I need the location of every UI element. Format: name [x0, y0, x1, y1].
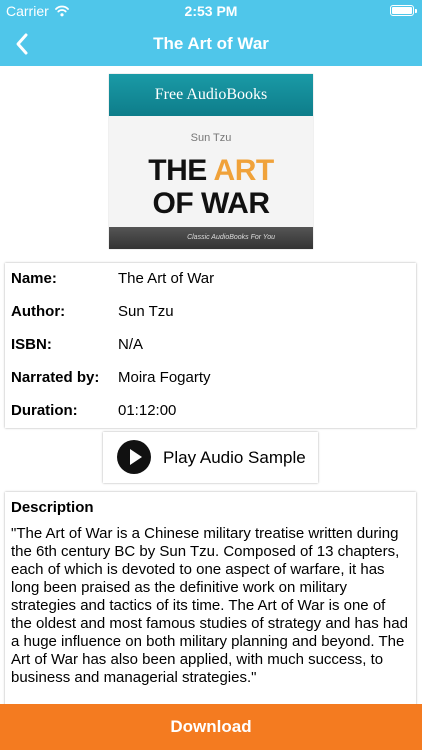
book-details-card: Name: The Art of War Author: Sun Tzu ISB…	[5, 263, 416, 428]
status-time: 2:53 PM	[184, 3, 238, 19]
description-heading: Description	[11, 499, 94, 516]
detail-value: The Art of War	[118, 270, 215, 287]
detail-label: Duration:	[11, 402, 78, 419]
description-text: "The Art of War is a Chinese military tr…	[11, 525, 408, 686]
detail-value: 01:12:00	[118, 402, 177, 419]
cover-title-plain: THE	[148, 154, 214, 187]
play-icon	[117, 440, 151, 474]
detail-value: Sun Tzu	[118, 303, 174, 320]
detail-value: N/A	[118, 336, 144, 353]
battery-icon	[390, 5, 417, 16]
detail-label: Name:	[11, 270, 57, 287]
cover-title-line1: THE ART	[109, 154, 313, 188]
book-cover: Free AudioBooks Sun Tzu THE ART OF WAR C…	[109, 74, 313, 249]
detail-value: Moira Fogarty	[118, 369, 211, 386]
status-bar: Carrier 2:53 PM	[0, 0, 422, 22]
play-audio-sample-button[interactable]: Play Audio Sample	[103, 432, 318, 483]
cover-banner: Free AudioBooks	[109, 74, 313, 116]
cover-title-line2: OF WAR	[152, 187, 271, 220]
detail-label: Author:	[11, 303, 66, 320]
navigation-bar: The Art of War	[0, 22, 422, 66]
page-title: The Art of War	[153, 34, 269, 53]
cover-tagline: Classic AudioBooks For You	[109, 227, 313, 249]
detail-label: ISBN:	[11, 336, 52, 353]
cover-title-accent: ART	[213, 154, 275, 187]
cover-author: Sun Tzu	[190, 132, 232, 144]
detail-label: Narrated by:	[11, 369, 100, 386]
download-button[interactable]: Download	[0, 704, 422, 750]
play-audio-sample-label: Play Audio Sample	[163, 448, 306, 467]
